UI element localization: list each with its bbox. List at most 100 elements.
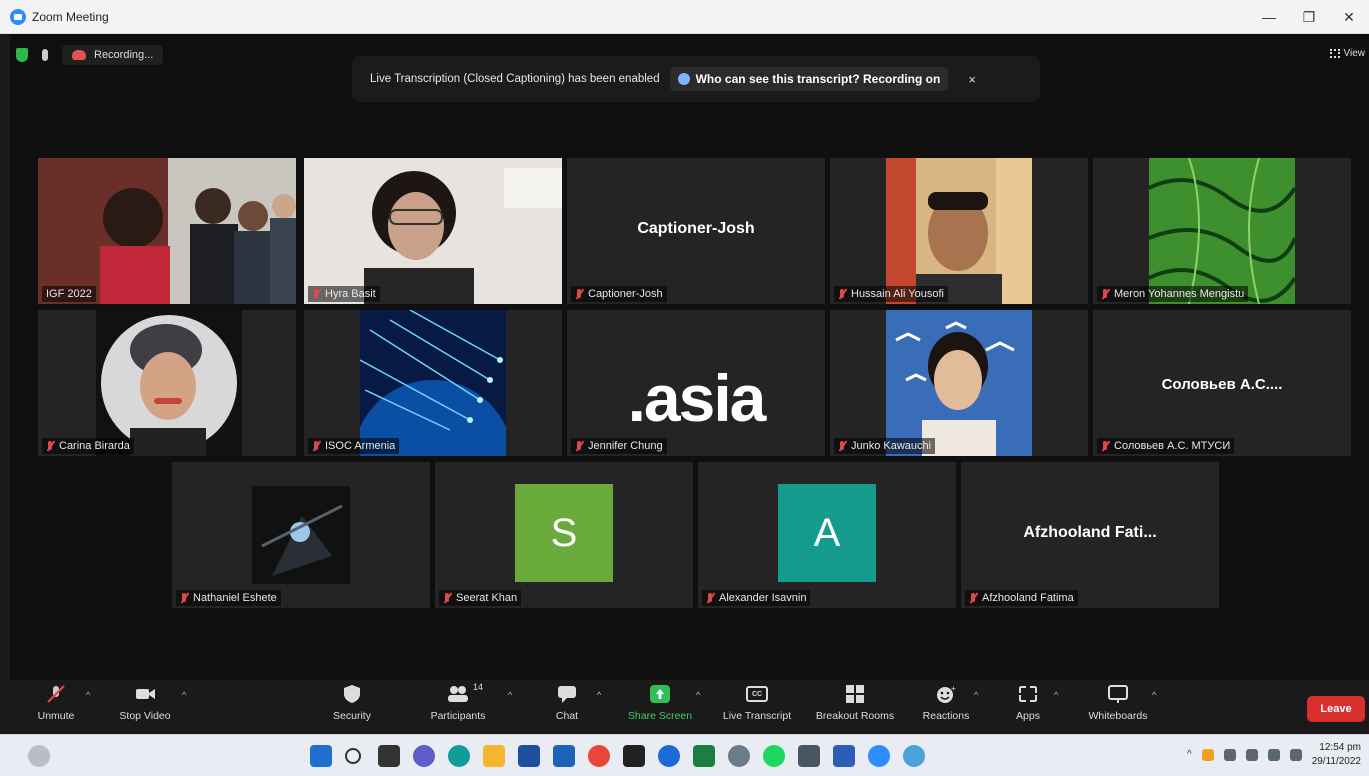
participant-video-photo	[886, 310, 1032, 456]
mic-tray-icon[interactable]	[1223, 749, 1236, 761]
sticky-notes-icon[interactable]	[623, 745, 645, 767]
video-tile-captioner-josh[interactable]: Captioner-Josh Captioner-Josh	[567, 158, 825, 304]
participant-name: IGF 2022	[46, 288, 92, 300]
participants-options-chevron-icon[interactable]: ^	[508, 690, 512, 700]
participant-label: Captioner-Josh	[571, 286, 667, 302]
participant-profile-photo	[96, 310, 242, 456]
meeting-toolbar: Unmute ^ Stop Video ^ Security 14 Partic…	[0, 680, 1369, 734]
task-view-icon[interactable]	[378, 745, 400, 767]
participant-display-name: Afzhooland Fati...	[1023, 524, 1157, 541]
participant-name: Hyra Basit	[325, 288, 376, 300]
excel-icon[interactable]	[693, 745, 715, 767]
video-tile-nathaniel-eshete[interactable]: Nathaniel Eshete	[172, 462, 430, 608]
search-icon[interactable]	[345, 748, 361, 764]
meeting-area: Recording... View Live Transcription (Cl…	[10, 34, 1369, 734]
start-menu-icon[interactable]	[310, 745, 332, 767]
muted-microphone-icon	[45, 684, 67, 704]
participant-name: Jennifer Chung	[588, 440, 663, 452]
muted-mic-icon	[838, 288, 847, 300]
participants-label: Participants	[430, 710, 486, 722]
calculator-icon[interactable]	[798, 745, 820, 767]
app-icon[interactable]	[903, 745, 925, 767]
video-tile-meron-yohannes-mengistu[interactable]: Meron Yohannes Mengistu	[1093, 158, 1351, 304]
muted-mic-icon	[1101, 288, 1110, 300]
store-icon[interactable]	[518, 745, 540, 767]
transcript-visibility-button[interactable]: Who can see this transcript? Recording o…	[669, 67, 949, 91]
reactions-label: Reactions	[922, 710, 970, 722]
apps-button[interactable]: Apps	[983, 684, 1073, 722]
battery-icon[interactable]	[1289, 749, 1302, 761]
participant-name: Alexander Isavnin	[719, 592, 807, 604]
cloud-sync-icon[interactable]	[1201, 749, 1214, 761]
security-label: Security	[333, 710, 371, 722]
maximize-button[interactable]: ❐	[1289, 0, 1329, 34]
live-transcript-button[interactable]: CC Live Transcript	[712, 684, 802, 722]
chrome-icon[interactable]	[588, 745, 610, 767]
reactions-options-chevron-icon[interactable]: ^	[974, 690, 978, 700]
zoom-taskbar-icon[interactable]	[868, 745, 890, 767]
video-tile-junko-kawauchi[interactable]: Junko Kawauchi	[830, 310, 1088, 456]
participant-label: Junko Kawauchi	[834, 438, 936, 454]
video-tile-jennifer-chung[interactable]: .asia Jennifer Chung	[567, 310, 825, 456]
video-tile-hyra-basit[interactable]: Hyra Basit	[304, 158, 562, 304]
transcription-banner: Live Transcription (Closed Captioning) h…	[352, 56, 1040, 102]
whiteboards-options-chevron-icon[interactable]: ^	[1152, 690, 1156, 700]
stop-video-button[interactable]: Stop Video	[100, 684, 190, 722]
close-window-button[interactable]: ✕	[1329, 0, 1369, 34]
share-screen-button[interactable]: Share Screen	[615, 684, 705, 722]
file-explorer-icon[interactable]	[483, 745, 505, 767]
clock[interactable]: 12:54 pm 29/11/2022	[1312, 741, 1361, 769]
cc-badge: CC	[746, 686, 768, 702]
spotify-icon[interactable]	[763, 745, 785, 767]
banner-close-button[interactable]: ×	[968, 72, 976, 87]
apps-options-chevron-icon[interactable]: ^	[1054, 690, 1058, 700]
app-icon[interactable]	[658, 745, 680, 767]
mail-icon[interactable]	[553, 745, 575, 767]
participants-count: 14	[473, 682, 484, 692]
settings-gear-icon[interactable]	[728, 745, 750, 767]
participant-name: Junko Kawauchi	[851, 440, 932, 452]
video-options-chevron-icon[interactable]: ^	[182, 690, 186, 700]
volume-icon[interactable]	[1267, 749, 1280, 761]
participant-label: Соловьев А.С. МТУСИ	[1097, 438, 1235, 454]
share-screen-icon	[649, 684, 671, 704]
muted-mic-icon	[706, 592, 715, 604]
whiteboard-icon	[1107, 684, 1129, 704]
meeting-status-bar: Recording...	[16, 42, 164, 68]
video-tile-seerat-khan[interactable]: S Seerat Khan	[435, 462, 693, 608]
teams-chat-icon[interactable]	[413, 745, 435, 767]
edge-browser-icon[interactable]	[448, 745, 470, 767]
participant-label: Alexander Isavnin	[702, 590, 811, 606]
video-tile-igf[interactable]: IGF 2022	[38, 158, 296, 304]
security-button[interactable]: Security	[307, 684, 397, 722]
who-label: Who can see this transcript? Recording o…	[695, 72, 941, 86]
muted-mic-icon	[46, 440, 55, 452]
chat-options-chevron-icon[interactable]: ^	[597, 690, 601, 700]
apps-label: Apps	[1016, 710, 1040, 722]
widgets-icon[interactable]	[28, 745, 50, 767]
view-button[interactable]: View	[1329, 48, 1365, 59]
recording-indicator[interactable]: Recording...	[62, 45, 164, 65]
whiteboards-button[interactable]: Whiteboards	[1073, 684, 1163, 722]
leave-button[interactable]: Leave	[1307, 696, 1365, 722]
word-icon[interactable]	[833, 745, 855, 767]
audio-options-chevron-icon[interactable]: ^	[86, 690, 90, 700]
encryption-shield-icon[interactable]	[16, 48, 28, 62]
video-tile-hussain-ali-yousofi[interactable]: Hussain Ali Yousofi	[830, 158, 1088, 304]
participant-name: Captioner-Josh	[588, 288, 663, 300]
video-tile-soloviev[interactable]: Соловьев А.С.... Соловьев А.С. МТУСИ	[1093, 310, 1351, 456]
video-tile-afzhooland-fatima[interactable]: Afzhooland Fati... Afzhooland Fatima	[961, 462, 1219, 608]
participant-name: Afzhooland Fatima	[982, 592, 1074, 604]
tray-expand-chevron-icon[interactable]: ^	[1187, 749, 1192, 761]
chat-label: Chat	[555, 710, 579, 722]
wifi-icon[interactable]	[1245, 749, 1258, 761]
video-tile-isoc-armenia[interactable]: ISOC Armenia	[304, 310, 562, 456]
video-tile-alexander-isavnin[interactable]: A Alexander Isavnin	[698, 462, 956, 608]
minimize-button[interactable]: —	[1249, 0, 1289, 34]
participants-button[interactable]: 14 Participants	[413, 682, 503, 722]
video-tile-carina-birarda[interactable]: Carina Birarda	[38, 310, 296, 456]
title-bar: Zoom Meeting — ❐ ✕	[0, 0, 1369, 34]
share-options-chevron-icon[interactable]: ^	[696, 690, 700, 700]
participant-label: Jennifer Chung	[571, 438, 667, 454]
breakout-rooms-button[interactable]: Breakout Rooms	[810, 684, 900, 722]
